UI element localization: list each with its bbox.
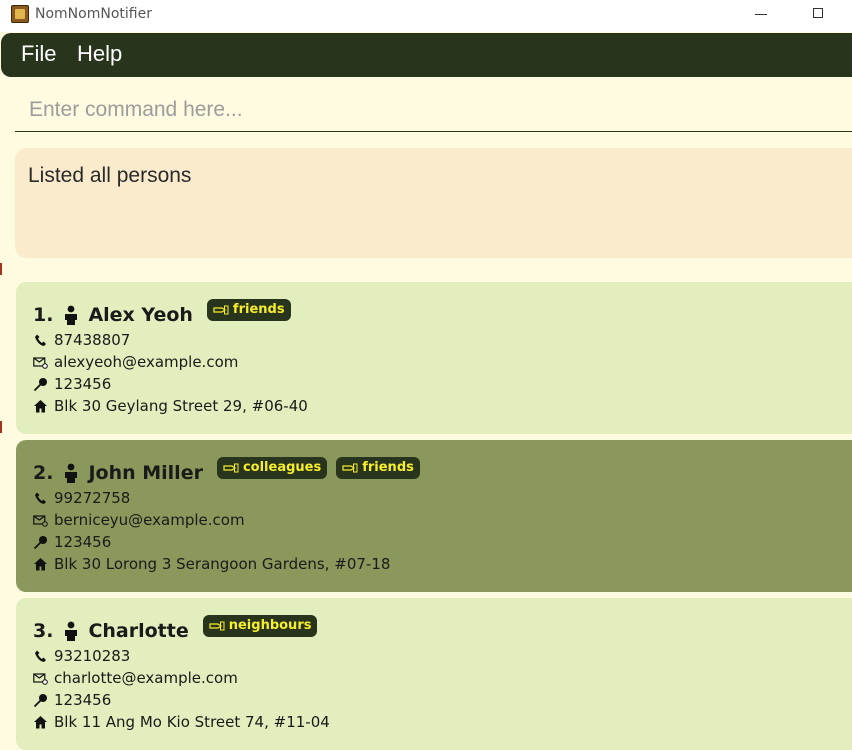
- tag-icon: [223, 463, 239, 472]
- command-input[interactable]: [15, 88, 852, 132]
- postal-value: 123456: [54, 375, 112, 393]
- person-icon: [65, 463, 78, 483]
- person-index: 1.: [33, 304, 54, 326]
- phone-value: 99272758: [54, 489, 131, 507]
- email-value: charlotte@example.com: [54, 669, 238, 687]
- email-field: alexyeoh@example.com: [33, 352, 238, 372]
- home-icon: [34, 715, 47, 728]
- email-icon: [33, 672, 48, 685]
- tag-label: neighbours: [228, 618, 312, 633]
- menu-bar: File Help: [1, 33, 852, 77]
- postal-field: 123456: [33, 532, 111, 552]
- tag-friends: friends: [336, 457, 420, 479]
- email-field: berniceyu@example.com: [33, 510, 245, 530]
- pin-icon: [33, 693, 47, 707]
- postal-field: 123456: [33, 690, 111, 710]
- email-value: berniceyu@example.com: [54, 511, 245, 529]
- phone-icon: [35, 334, 46, 346]
- email-icon: [33, 514, 48, 527]
- postal-field: 123456: [33, 374, 111, 394]
- title-bar: NomNomNotifier: [0, 0, 852, 32]
- minimize-icon[interactable]: [755, 14, 767, 15]
- tag-icon: [342, 463, 358, 472]
- home-icon: [34, 399, 47, 412]
- result-display: Listed all persons: [15, 148, 852, 258]
- person-card[interactable]: 3. Charlotte neighbours 93210283 charlot…: [16, 598, 852, 750]
- email-field: charlotte@example.com: [33, 668, 238, 688]
- phone-field: 87438807: [33, 330, 130, 350]
- window-title: NomNomNotifier: [35, 6, 152, 22]
- phone-value: 93210283: [54, 647, 131, 665]
- tag-icon: [209, 621, 225, 630]
- tag-neighbours: neighbours: [202, 615, 318, 637]
- tag-friends: friends: [206, 299, 291, 321]
- address-field: Blk 11 Ang Mo Kio Street 74, #11-04: [33, 712, 330, 732]
- left-edge-mark: [0, 263, 2, 275]
- address-value: Blk 30 Geylang Street 29, #06-40: [54, 397, 308, 415]
- person-name-row: 3. Charlotte neighbours: [33, 615, 326, 645]
- person-name: John Miller: [88, 462, 203, 484]
- pin-icon: [33, 377, 47, 391]
- postal-value: 123456: [54, 533, 112, 551]
- result-message: Listed all persons: [28, 164, 192, 187]
- left-edge-mark: [0, 421, 2, 433]
- pin-icon: [33, 535, 47, 549]
- address-field: Blk 30 Geylang Street 29, #06-40: [33, 396, 308, 416]
- phone-value: 87438807: [54, 331, 131, 349]
- phone-field: 93210283: [33, 646, 130, 666]
- tag-label: colleagues: [242, 460, 322, 475]
- person-card[interactable]: 1. Alex Yeoh friends 87438807 alexyeoh@e…: [16, 282, 852, 434]
- person-index: 3.: [33, 620, 54, 642]
- home-icon: [34, 557, 47, 570]
- menu-help[interactable]: Help: [77, 41, 122, 67]
- address-field: Blk 30 Lorong 3 Serangoon Gardens, #07-1…: [33, 554, 390, 574]
- person-name-row: 2. John Miller colleagues friends: [33, 457, 429, 487]
- tag-colleagues: colleagues: [216, 457, 328, 479]
- person-name: Alex Yeoh: [88, 304, 193, 326]
- phone-icon: [35, 650, 46, 662]
- person-index: 2.: [33, 462, 54, 484]
- menu-file[interactable]: File: [21, 41, 56, 67]
- maximize-icon[interactable]: [813, 8, 823, 18]
- address-value: Blk 30 Lorong 3 Serangoon Gardens, #07-1…: [54, 555, 391, 573]
- person-card[interactable]: 2. John Miller colleagues friends 992727…: [16, 440, 852, 592]
- person-name-row: 1. Alex Yeoh friends: [33, 299, 300, 329]
- phone-icon: [35, 492, 46, 504]
- person-name: Charlotte: [88, 620, 189, 642]
- tag-icon: [213, 305, 229, 314]
- address-value: Blk 11 Ang Mo Kio Street 74, #11-04: [54, 713, 330, 731]
- person-icon: [65, 621, 78, 641]
- email-value: alexyeoh@example.com: [54, 353, 239, 371]
- tag-label: friends: [362, 460, 414, 475]
- email-icon: [33, 356, 48, 369]
- postal-value: 123456: [54, 691, 112, 709]
- tag-label: friends: [232, 302, 285, 317]
- app-icon: [11, 5, 29, 23]
- person-icon: [65, 305, 78, 325]
- phone-field: 99272758: [33, 488, 130, 508]
